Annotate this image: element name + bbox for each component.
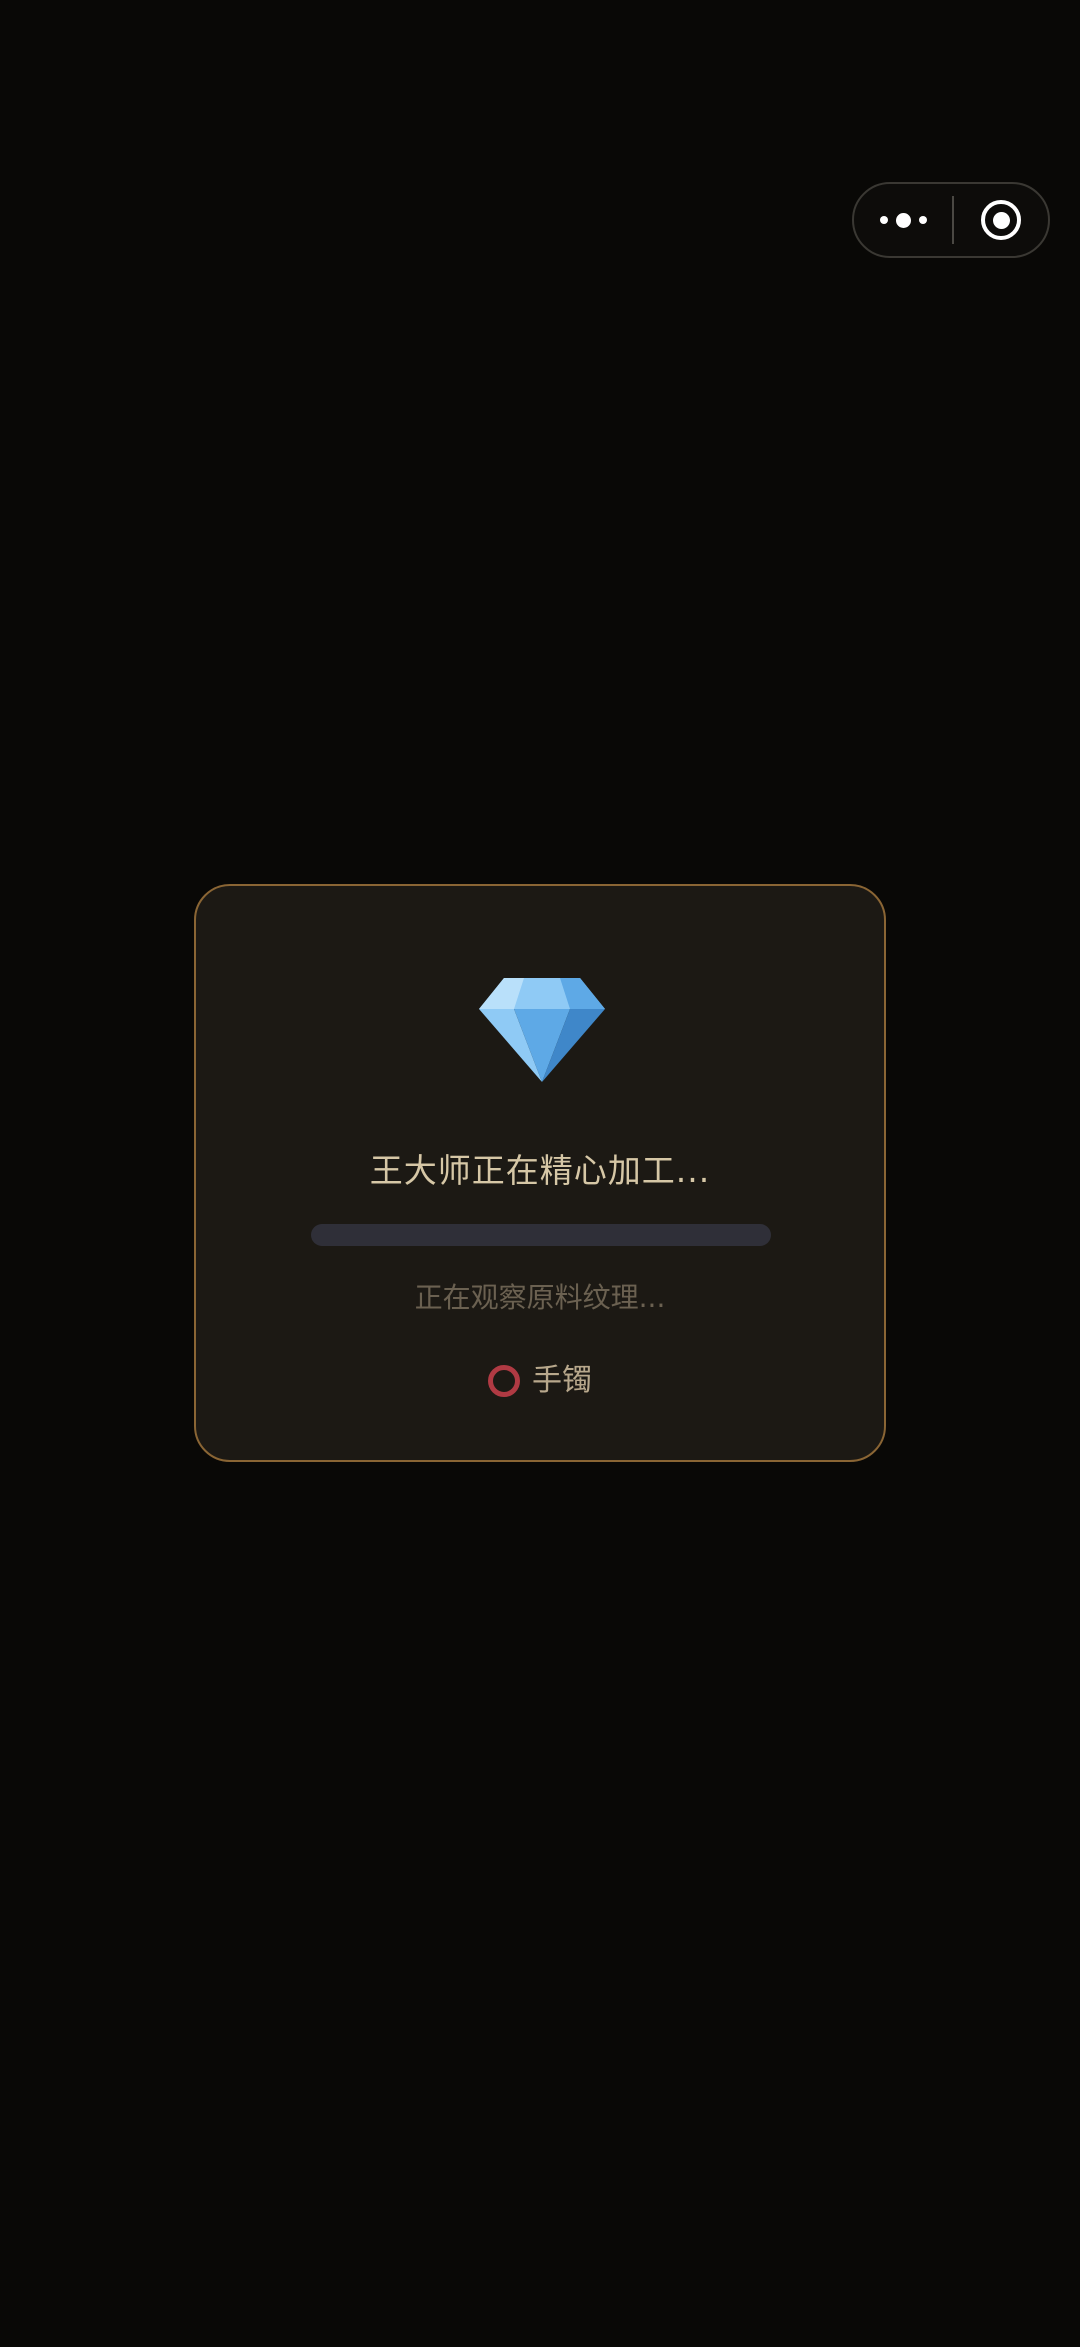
- more-dots-icon: [879, 212, 927, 228]
- close-target-icon: [981, 200, 1021, 240]
- diamond-icon: [479, 978, 605, 1082]
- processing-title: 王大师正在精心加工...: [369, 1151, 711, 1190]
- more-button[interactable]: [854, 184, 952, 256]
- status-text: 正在观察原料纹理...: [414, 1281, 666, 1314]
- miniprogram-capsule: [852, 182, 1050, 258]
- bracelet-ring-icon: [488, 1365, 520, 1397]
- item-tag: 手镯: [196, 1360, 884, 1402]
- loading-screen: 王大师正在精心加工... 正在观察原料纹理... 手镯: [0, 0, 1080, 2347]
- processing-card: 王大师正在精心加工... 正在观察原料纹理... 手镯: [194, 884, 886, 1462]
- close-button[interactable]: [954, 184, 1048, 256]
- item-label: 手镯: [532, 1363, 592, 1398]
- progress-bar: [311, 1224, 771, 1246]
